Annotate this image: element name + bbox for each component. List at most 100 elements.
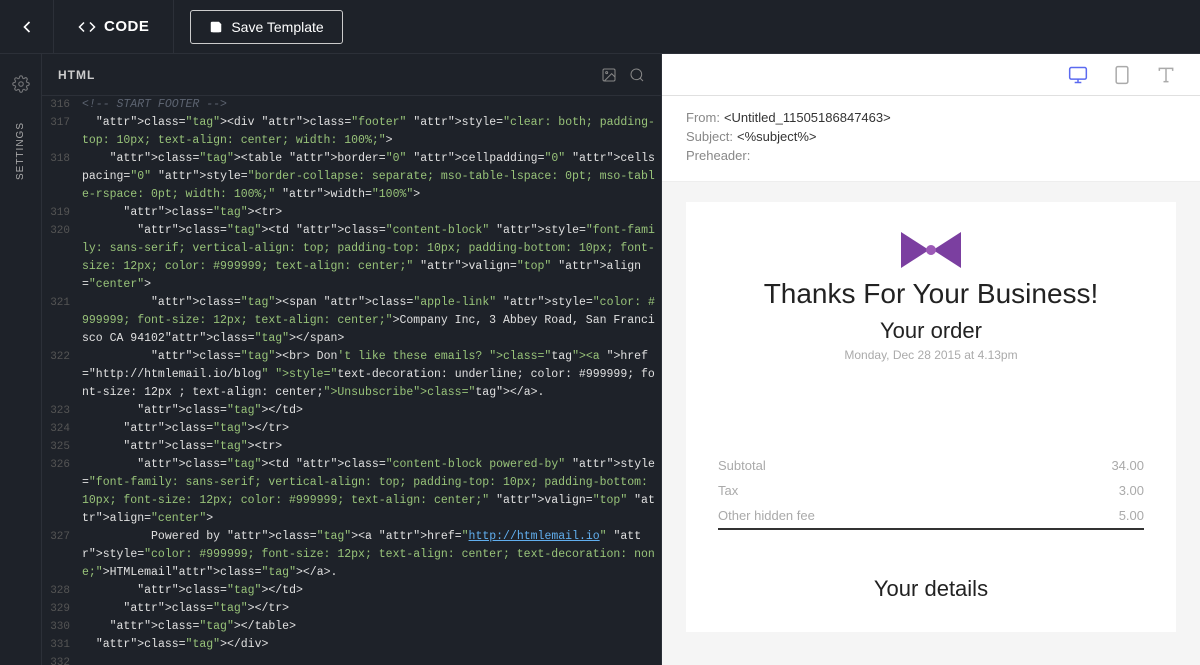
preview-topbar (662, 54, 1200, 96)
item-name: Something (718, 378, 1067, 403)
line-number: 331 (42, 636, 82, 654)
code-panel-title: HTML (58, 68, 95, 82)
order-item-row: Something20.00 (718, 378, 1144, 403)
line-number: 325 (42, 438, 82, 456)
order-item-row: Something else10.00 (718, 403, 1144, 428)
total-label: Total (718, 529, 1067, 556)
hidden-fee-label: Other hidden fee (718, 503, 1067, 529)
line-number: 317 (42, 114, 82, 150)
code-line: 327 Powered by "attr">class="tag"><a "at… (42, 528, 661, 582)
line-content: Powered by "attr">class="tag"><a "attr">… (82, 528, 661, 582)
order-date: Monday, Dec 28 2015 at 4.13pm (718, 348, 1144, 362)
your-details-title: Your details (718, 576, 1144, 602)
line-number: 332 (42, 654, 82, 665)
settings-icon[interactable] (7, 70, 35, 98)
line-number: 318 (42, 150, 82, 204)
line-number: 327 (42, 528, 82, 582)
email-preheader: Preheader: (686, 148, 1176, 163)
line-content: "attr">class="tag"><td "attr">class="con… (82, 222, 661, 294)
code-panel: HTML 316<!-- START FOOTER -->317 "attr">… (42, 54, 662, 665)
code-line: 331 "attr">class="tag"></div> (42, 636, 661, 654)
code-line: 318 "attr">class="tag"><table "attr">bor… (42, 150, 661, 204)
subtotal-row: Subtotal 34.00 (718, 453, 1144, 478)
hidden-fee-value: 5.00 (1067, 503, 1144, 529)
save-template-button[interactable]: Save Template (190, 10, 342, 44)
order-items-table: Something20.00Something else10.00Somethi… (718, 378, 1144, 556)
line-content: "attr">class="tag"><br> Don't like these… (82, 348, 661, 402)
tax-label: Tax (718, 478, 1067, 503)
hidden-fee-row: Other hidden fee 5.00 (718, 503, 1144, 529)
code-line: 324 "attr">class="tag"></tr> (42, 420, 661, 438)
line-content: <!-- START FOOTER --> (82, 96, 661, 114)
line-number: 324 (42, 420, 82, 438)
bowtie-icon (901, 232, 961, 262)
line-content: "attr">class="tag"></div> (82, 636, 661, 654)
sidebar-settings-label: Settings (15, 122, 26, 180)
back-button[interactable] (0, 0, 54, 54)
main-content: Settings HTML 316<!-- START FOOTER -->31… (0, 54, 1200, 665)
line-content: "attr">class="tag"></td> (82, 402, 661, 420)
order-title: Your order (718, 318, 1144, 344)
topbar: CODE Save Template (0, 0, 1200, 54)
desktop-view-icon[interactable] (1068, 65, 1088, 85)
line-number: 326 (42, 456, 82, 528)
code-line: 322 "attr">class="tag"><br> Don't like t… (42, 348, 661, 402)
order-totals: Subtotal 34.00 Tax 3.00 Other hidden fee… (718, 453, 1144, 556)
total-row: Total $42.00 (718, 529, 1144, 556)
line-content: "attr">class="tag"><tr> (82, 438, 661, 456)
code-panel-actions (601, 67, 645, 83)
line-number: 329 (42, 600, 82, 618)
image-icon[interactable] (601, 67, 617, 83)
line-content (82, 654, 661, 665)
line-content: "attr">class="tag"><table "attr">border=… (82, 150, 661, 204)
item-price: 20.00 (1067, 378, 1144, 403)
preview-panel: From:<Untitled_11505186847463> Subject:<… (662, 54, 1200, 665)
code-line: 325 "attr">class="tag"><tr> (42, 438, 661, 456)
subtotal-value: 34.00 (1067, 453, 1144, 478)
item-name: Something else that is really good (718, 428, 1067, 453)
line-number: 316 (42, 96, 82, 114)
email-subject: Subject:<%subject%> (686, 129, 1176, 144)
line-content: "attr">class="tag"><span "attr">class="a… (82, 294, 661, 348)
code-line: 317 "attr">class="tag"><div "attr">class… (42, 114, 661, 150)
line-number: 322 (42, 348, 82, 402)
line-content: "attr">class="tag"></td> (82, 582, 661, 600)
code-line: 320 "attr">class="tag"><td "attr">class=… (42, 222, 661, 294)
code-line: 323 "attr">class="tag"></td> (42, 402, 661, 420)
order-item-row: Something else that is really good4.00 (718, 428, 1144, 453)
code-tab-label: CODE (104, 18, 149, 35)
mobile-view-icon[interactable] (1112, 65, 1132, 85)
line-content: "attr">class="tag"><div "attr">class="fo… (82, 114, 661, 150)
code-line: 329 "attr">class="tag"></tr> (42, 600, 661, 618)
email-from: From:<Untitled_11505186847463> (686, 110, 1176, 125)
subtotal-label: Subtotal (718, 453, 1067, 478)
code-line: 321 "attr">class="tag"><span "attr">clas… (42, 294, 661, 348)
line-number: 328 (42, 582, 82, 600)
line-content: "attr">class="tag"></table> (82, 618, 661, 636)
tax-row: Tax 3.00 (718, 478, 1144, 503)
item-name: Something else (718, 403, 1067, 428)
code-line: 319 "attr">class="tag"><tr> (42, 204, 661, 222)
code-panel-header: HTML (42, 54, 661, 96)
code-tab[interactable]: CODE (54, 0, 174, 54)
line-content: "attr">class="tag"></tr> (82, 420, 661, 438)
line-content: "attr">class="tag"><td "attr">class="con… (82, 456, 661, 528)
code-line: 316<!-- START FOOTER --> (42, 96, 661, 114)
sidebar: Settings (0, 54, 42, 665)
code-line: 326 "attr">class="tag"><td "attr">class=… (42, 456, 661, 528)
email-content: Thanks For Your Business! Your order Mon… (662, 182, 1200, 652)
search-icon[interactable] (629, 67, 645, 83)
line-number: 330 (42, 618, 82, 636)
total-value: $42.00 (1067, 529, 1144, 556)
thanks-title: Thanks For Your Business! (718, 278, 1144, 310)
line-number: 321 (42, 294, 82, 348)
code-editor[interactable]: 316<!-- START FOOTER -->317 "attr">class… (42, 96, 661, 665)
email-card: Thanks For Your Business! Your order Mon… (686, 202, 1176, 632)
tax-value: 3.00 (1067, 478, 1144, 503)
text-view-icon[interactable] (1156, 65, 1176, 85)
item-price: 4.00 (1067, 428, 1144, 453)
preview-body: From:<Untitled_11505186847463> Subject:<… (662, 96, 1200, 665)
line-content: "attr">class="tag"><tr> (82, 204, 661, 222)
code-line: 330 "attr">class="tag"></table> (42, 618, 661, 636)
line-number: 319 (42, 204, 82, 222)
